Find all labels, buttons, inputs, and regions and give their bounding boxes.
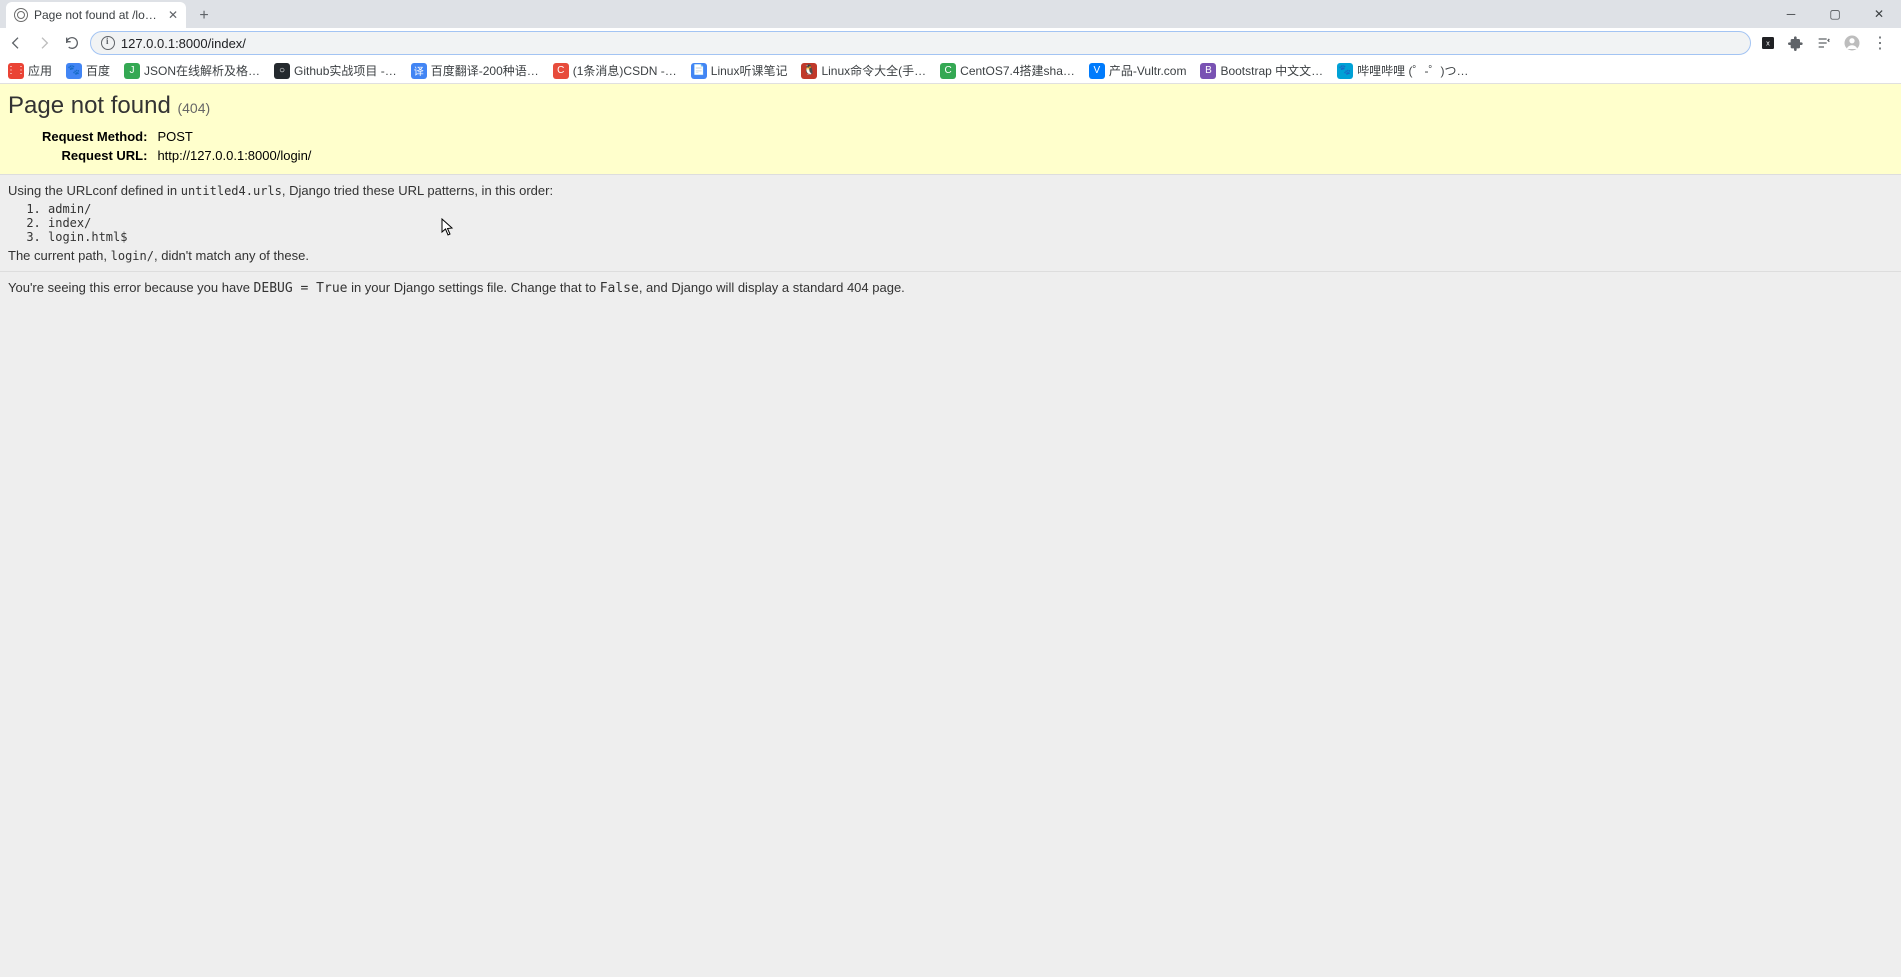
url-patterns-list: admin/index/login.html$ [48, 202, 1893, 244]
maximize-button[interactable]: ▢ [1813, 0, 1857, 28]
svg-text:x: x [1766, 39, 1770, 48]
address-bar[interactable] [90, 31, 1751, 55]
toolbar-right: x ⋮ [1759, 34, 1895, 52]
error-header: Page not found (404) Request Method: POS… [0, 84, 1901, 175]
bookmark-favicon: 📄 [691, 63, 707, 79]
reload-button[interactable] [62, 33, 82, 53]
request-method-value: POST [153, 128, 315, 145]
bookmark-label: 百度 [86, 62, 110, 79]
debug-note: You're seeing this error because you hav… [8, 280, 1893, 296]
debug-false-code: False [600, 281, 639, 296]
profile-icon[interactable] [1843, 34, 1861, 52]
browser-chrome: Page not found at /login/ ✕ + ─ ▢ ✕ x [0, 0, 1901, 84]
error-title-text: Page not found [8, 92, 171, 119]
reading-list-icon[interactable] [1815, 34, 1833, 52]
forward-button[interactable] [34, 33, 54, 53]
bookmark-favicon: C [940, 63, 956, 79]
urlconf-intro: Using the URLconf defined in untitled4.u… [8, 183, 1893, 198]
page-title: Page not found (404) [8, 92, 1893, 120]
globe-icon [14, 8, 28, 22]
bookmark-favicon: 🐾 [66, 63, 82, 79]
bookmark-label: CentOS7.4搭建sha… [960, 62, 1075, 79]
request-url-value: http://127.0.0.1:8000/login/ [153, 147, 315, 164]
status-code: (404) [177, 100, 210, 116]
bookmark-favicon: J [124, 63, 140, 79]
tab-title: Page not found at /login/ [34, 8, 162, 22]
url-pattern-item: index/ [48, 216, 1893, 230]
bookmark-item[interactable]: 📄Linux听课笔记 [691, 62, 788, 79]
bookmark-label: (1条消息)CSDN -… [573, 62, 677, 79]
bookmark-label: 哔哩哔哩 (゜-゜)つ… [1357, 62, 1468, 79]
request-meta-table: Request Method: POST Request URL: http:/… [8, 126, 317, 166]
bookmark-item[interactable]: ○Github实战项目 -… [274, 62, 397, 79]
bookmark-favicon: C [553, 63, 569, 79]
bookmark-label: JSON在线解析及格… [144, 62, 260, 79]
menu-icon[interactable]: ⋮ [1871, 34, 1889, 52]
bookmark-item[interactable]: 🐾哔哩哔哩 (゜-゜)つ… [1337, 62, 1468, 79]
url-pattern-item: admin/ [48, 202, 1893, 216]
bookmark-item[interactable]: ⋮⋮应用 [8, 62, 52, 79]
nav-toolbar: x ⋮ [0, 28, 1901, 58]
bookmark-label: 百度翻译-200种语… [431, 62, 539, 79]
error-footer: You're seeing this error because you hav… [0, 271, 1901, 304]
bookmark-favicon: ⋮⋮ [8, 63, 24, 79]
bookmark-label: Linux命令大全(手… [821, 62, 926, 79]
request-method-label: Request Method: [10, 128, 151, 145]
urlconf-module: untitled4.urls [181, 184, 282, 198]
bookmark-favicon: 🐾 [1337, 63, 1353, 79]
minimize-button[interactable]: ─ [1769, 0, 1813, 28]
bookmark-item[interactable]: CCentOS7.4搭建sha… [940, 62, 1075, 79]
bookmark-item[interactable]: BBootstrap 中文文… [1200, 62, 1323, 79]
site-info-icon[interactable] [101, 36, 115, 50]
bookmark-favicon: ○ [274, 63, 290, 79]
error-body: Using the URLconf defined in untitled4.u… [0, 175, 1901, 271]
window-controls: ─ ▢ ✕ [1769, 0, 1901, 28]
close-window-button[interactable]: ✕ [1857, 0, 1901, 28]
bookmarks-bar: ⋮⋮应用🐾百度JJSON在线解析及格…○Github实战项目 -…译百度翻译-2… [0, 58, 1901, 84]
browser-tab[interactable]: Page not found at /login/ ✕ [6, 2, 186, 28]
bookmark-label: Bootstrap 中文文… [1220, 62, 1323, 79]
current-path: login/ [111, 249, 154, 263]
close-icon[interactable]: ✕ [168, 8, 178, 22]
bookmark-label: Linux听课笔记 [711, 62, 788, 79]
debug-true-code: DEBUG = True [254, 281, 348, 296]
bookmark-label: Github实战项目 -… [294, 62, 397, 79]
bookmark-favicon: B [1200, 63, 1216, 79]
bookmark-label: 应用 [28, 62, 52, 79]
tab-strip: Page not found at /login/ ✕ + ─ ▢ ✕ [0, 0, 1901, 28]
bookmark-item[interactable]: 🐾百度 [66, 62, 110, 79]
bookmark-label: 产品-Vultr.com [1109, 62, 1187, 79]
bookmark-item[interactable]: JJSON在线解析及格… [124, 62, 260, 79]
bookmark-item[interactable]: C(1条消息)CSDN -… [553, 62, 677, 79]
url-input[interactable] [121, 36, 1740, 51]
bookmark-favicon: V [1089, 63, 1105, 79]
request-url-label: Request URL: [10, 147, 151, 164]
bookmark-item[interactable]: 🐧Linux命令大全(手… [801, 62, 926, 79]
extensions-puzzle-icon[interactable] [1787, 34, 1805, 52]
extension-icon[interactable]: x [1759, 34, 1777, 52]
bookmark-item[interactable]: 译百度翻译-200种语… [411, 62, 539, 79]
back-button[interactable] [6, 33, 26, 53]
url-pattern-item: login.html$ [48, 230, 1893, 244]
new-tab-button[interactable]: + [192, 4, 216, 28]
bookmark-favicon: 🐧 [801, 63, 817, 79]
nomatch-line: The current path, login/, didn't match a… [8, 248, 1893, 263]
bookmark-favicon: 译 [411, 63, 427, 79]
bookmark-item[interactable]: V产品-Vultr.com [1089, 62, 1187, 79]
